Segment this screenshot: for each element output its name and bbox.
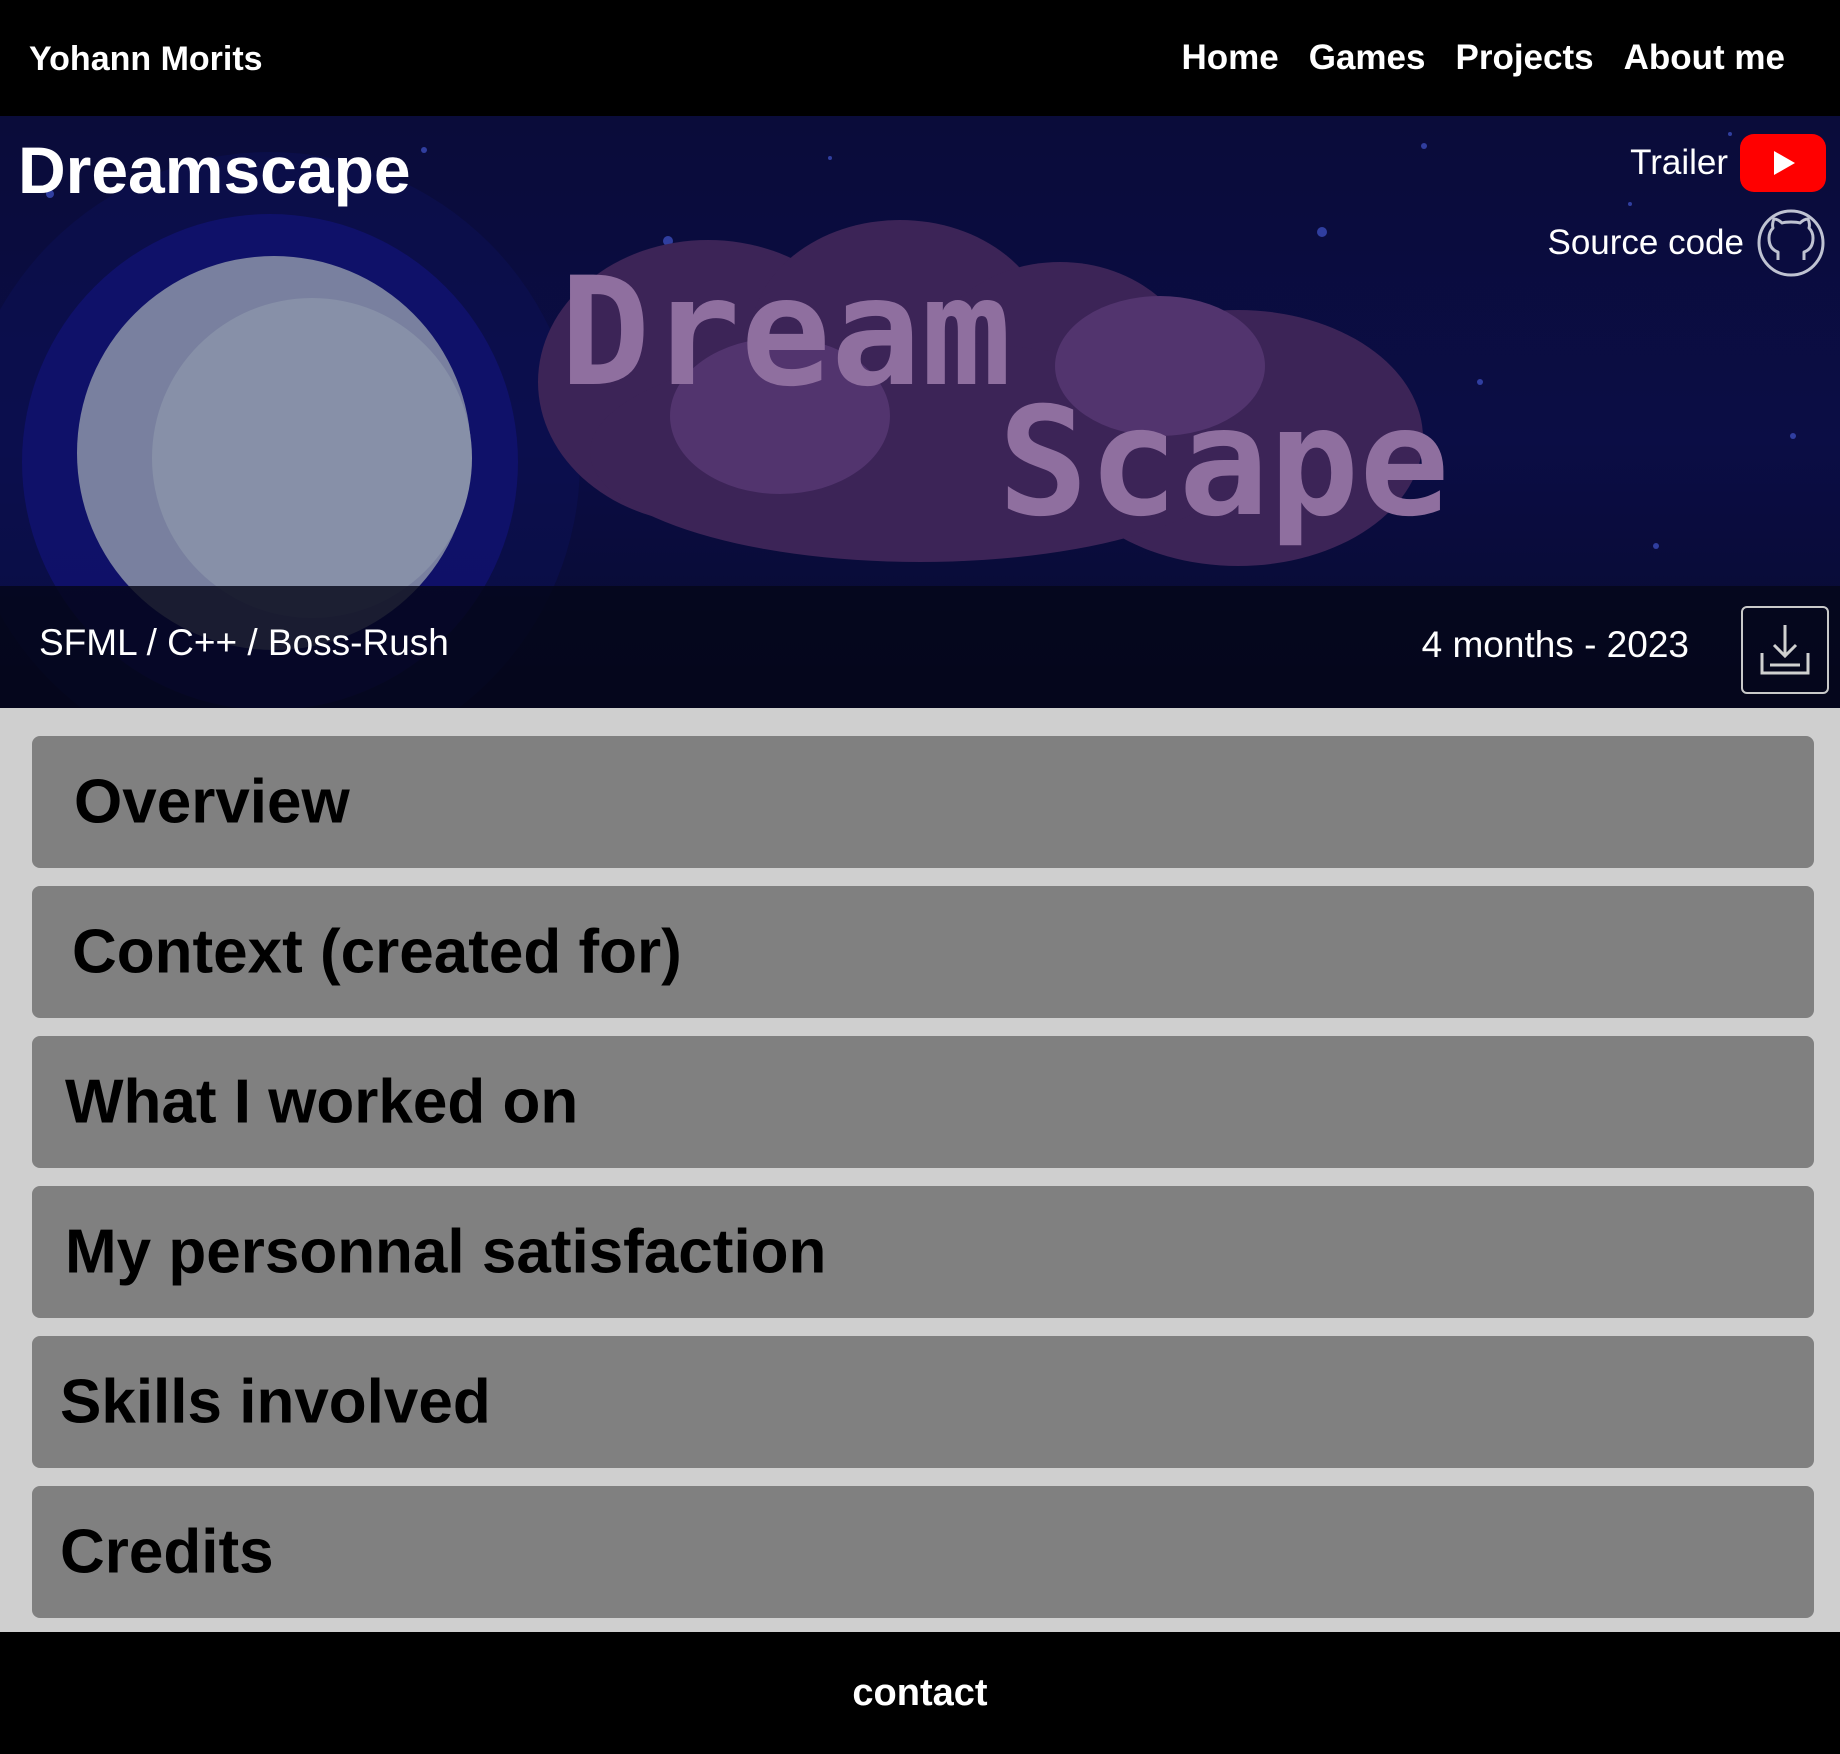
source-code-label: Source code xyxy=(1547,223,1744,262)
section-title: Context (created for) xyxy=(72,917,682,987)
section-credits[interactable]: Credits xyxy=(32,1486,1814,1618)
nav-projects[interactable]: Projects xyxy=(1455,38,1593,78)
section-title: Overview xyxy=(74,767,350,837)
project-banner: Dream Scape Dreamscape Trailer Source co… xyxy=(0,116,1840,708)
section-skills-involved[interactable]: Skills involved xyxy=(32,1336,1814,1468)
logo-dream-text: Dream xyxy=(560,246,1012,420)
top-navbar: Yohann Morits Home Games Projects About … xyxy=(0,0,1840,116)
download-button[interactable] xyxy=(1741,606,1829,694)
nav-games[interactable]: Games xyxy=(1309,38,1426,78)
youtube-icon[interactable] xyxy=(1740,134,1826,192)
nav-about-me[interactable]: About me xyxy=(1624,38,1785,78)
section-title: Skills involved xyxy=(60,1367,491,1437)
project-tags: SFML / C++ / Boss-Rush xyxy=(39,622,449,663)
logo-scape-text: Scape xyxy=(998,376,1450,550)
project-info-bar: SFML / C++ / Boss-Rush 4 months - 2023 xyxy=(0,586,1840,708)
footer: contact xyxy=(0,1632,1840,1754)
site-name[interactable]: Yohann Morits xyxy=(29,40,263,79)
trailer-link[interactable]: Trailer xyxy=(1630,134,1826,192)
section-title: My personnal satisfaction xyxy=(65,1217,827,1287)
section-personal-satisfaction[interactable]: My personnal satisfaction xyxy=(32,1186,1814,1318)
download-icon xyxy=(1760,625,1810,675)
section-title: Credits xyxy=(60,1517,274,1587)
project-duration: 4 months - 2023 xyxy=(1421,624,1689,665)
section-what-i-worked-on[interactable]: What I worked on xyxy=(32,1036,1814,1168)
source-code-link[interactable]: Source code xyxy=(1547,208,1826,278)
project-sections: Overview Context (created for) What I wo… xyxy=(32,736,1814,1636)
trailer-label: Trailer xyxy=(1630,143,1728,182)
nav-home[interactable]: Home xyxy=(1181,38,1278,78)
project-title: Dreamscape xyxy=(18,133,411,207)
contact-link[interactable]: contact xyxy=(852,1672,987,1715)
main-nav: Home Games Projects About me xyxy=(1181,38,1785,78)
section-overview[interactable]: Overview xyxy=(32,736,1814,868)
github-icon[interactable] xyxy=(1756,208,1826,278)
section-context[interactable]: Context (created for) xyxy=(32,886,1814,1018)
section-title: What I worked on xyxy=(65,1067,579,1137)
